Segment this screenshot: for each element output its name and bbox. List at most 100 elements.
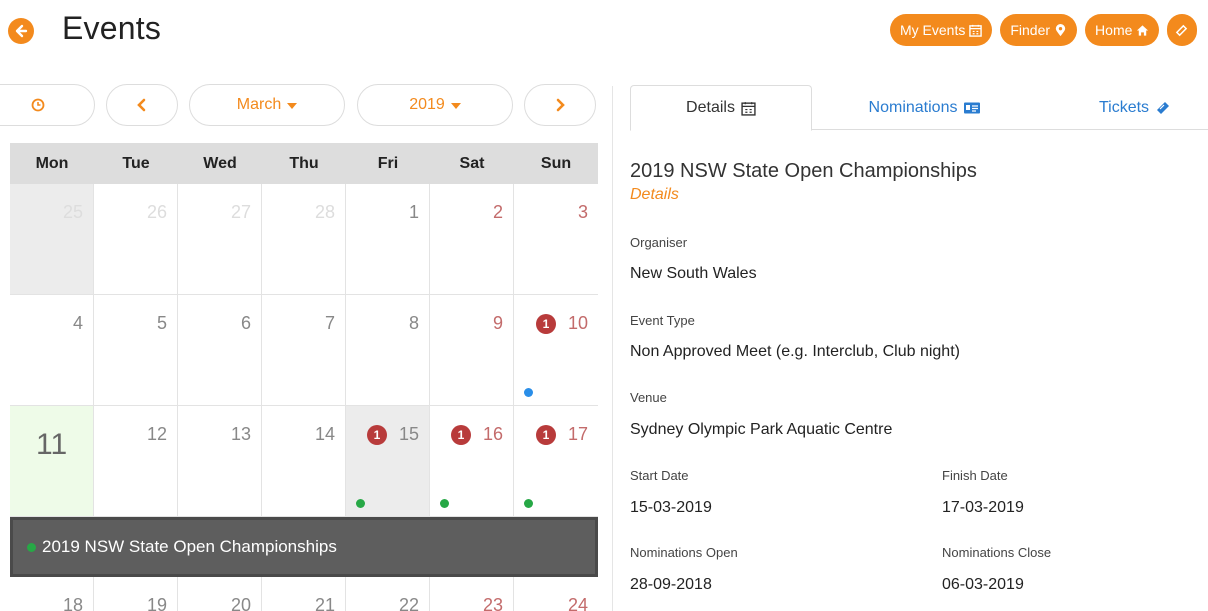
weekday-label: Wed — [203, 154, 237, 172]
organiser-value: New South Wales — [630, 265, 757, 282]
tab-tickets-label: Tickets — [1098, 98, 1150, 116]
calendar-day[interactable]: 20 — [178, 577, 262, 611]
tab-nominations[interactable]: Nominations — [830, 85, 1020, 130]
day-number: 28 — [314, 202, 335, 222]
calendar-day[interactable]: 19 — [94, 577, 178, 611]
calendar-day[interactable]: 8 — [346, 295, 430, 406]
tab-tickets[interactable]: Tickets — [1070, 85, 1200, 130]
day-number: 16 — [482, 424, 503, 444]
home-button[interactable]: Home — [1085, 14, 1160, 46]
calendar-week: 18 19 20 21 22 23 24 — [10, 577, 598, 611]
tab-details[interactable]: Details — [630, 85, 812, 131]
calendar-day[interactable]: 2 — [430, 184, 514, 295]
calendar-day[interactable]: 9 — [430, 295, 514, 406]
calendar-day[interactable]: 24 — [514, 577, 598, 611]
calendar-day[interactable]: 4 — [10, 295, 94, 406]
top-nav: My Events Finder Home — [890, 14, 1198, 46]
calendar-day[interactable]: 17 1 — [514, 406, 598, 517]
start-date-label: Start Date — [630, 468, 689, 483]
calendar-week: 25 26 27 28 1 2 3 — [10, 184, 598, 295]
event-subtitle: Details — [630, 186, 679, 203]
next-month-button[interactable] — [524, 84, 596, 126]
calendar-day[interactable]: 16 1 — [430, 406, 514, 517]
calendar-icon — [969, 24, 983, 37]
event-bar-title: 2019 NSW State Open Championships — [42, 537, 337, 556]
venue-value: Sydney Olympic Park Aquatic Centre — [630, 421, 893, 438]
day-number: 1 — [408, 202, 419, 222]
finish-date-label: Finish Date — [942, 468, 1008, 483]
organiser-label: Organiser — [630, 235, 688, 250]
calendar-day[interactable]: 28 — [262, 184, 346, 295]
id-card-icon — [964, 102, 981, 113]
day-number: 4 — [72, 313, 83, 333]
finder-button[interactable]: Finder — [1000, 14, 1078, 46]
calendar-day[interactable]: 1 — [346, 184, 430, 295]
day-number: 9 — [492, 313, 503, 333]
weekday-label: Mon — [35, 154, 69, 172]
calendar-day[interactable]: 11 — [10, 406, 94, 517]
calendar-day[interactable]: 22 — [346, 577, 430, 611]
today-button[interactable] — [0, 84, 95, 126]
calendar-day[interactable]: 3 — [514, 184, 598, 295]
calendar-day[interactable]: 21 — [262, 577, 346, 611]
tab-details-label: Details — [686, 99, 735, 116]
nominations-close-value: 06-03-2019 — [942, 576, 1024, 593]
clock-icon — [31, 98, 44, 112]
calendar-day[interactable]: 25 — [10, 184, 94, 295]
calendar-week: 11 12 13 14 15 1 16 1 17 1 — [10, 406, 598, 517]
detail-tabs: Details Nominations Tickets — [630, 85, 1208, 131]
calendar-day[interactable]: 10 1 — [514, 295, 598, 406]
calendar-day[interactable]: 27 — [178, 184, 262, 295]
day-number: 15 — [398, 424, 419, 444]
day-number: 11 — [36, 428, 68, 461]
ticket-icon — [1157, 101, 1170, 114]
day-number: 7 — [324, 313, 335, 333]
calendar-day[interactable]: 23 — [430, 577, 514, 611]
calendar-day[interactable]: 26 — [94, 184, 178, 295]
day-number: 23 — [482, 595, 503, 611]
weekday-label: Tue — [122, 154, 150, 172]
weekday-label: Sat — [459, 154, 485, 172]
calendar-day[interactable]: 13 — [178, 406, 262, 517]
back-button[interactable] — [8, 18, 34, 44]
caret-down-icon — [450, 103, 461, 109]
day-number: 26 — [146, 202, 167, 222]
day-number: 14 — [314, 424, 335, 444]
event-type-value: Non Approved Meet (e.g. Interclub, Club … — [630, 343, 960, 360]
event-dot-icon — [440, 499, 449, 508]
weekday-header: Mon Tue Wed Thu Fri Sat Sun — [10, 143, 598, 184]
calendar-day[interactable]: 14 — [262, 406, 346, 517]
calendar-day[interactable]: 5 — [94, 295, 178, 406]
my-events-label: My Events — [900, 22, 966, 38]
calendar-day[interactable]: 7 — [262, 295, 346, 406]
event-count-badge: 1 — [536, 314, 556, 334]
calendar-week: 4 5 6 7 8 9 10 1 — [10, 295, 598, 406]
calendar-day[interactable]: 12 — [94, 406, 178, 517]
year-dropdown[interactable]: 2019 — [357, 84, 513, 126]
day-number: 18 — [62, 595, 83, 611]
day-number: 22 — [398, 595, 419, 611]
event-bar[interactable]: 2019 NSW State Open Championships — [10, 517, 598, 577]
chevron-left-icon — [137, 98, 146, 112]
calendar-day[interactable]: 6 — [178, 295, 262, 406]
year-value: 2019 — [409, 96, 445, 113]
day-number: 2 — [492, 202, 503, 222]
prev-month-button[interactable] — [106, 84, 178, 126]
calendar-day[interactable]: 15 1 — [346, 406, 430, 517]
day-number: 21 — [314, 595, 335, 611]
calendar-grid: Mon Tue Wed Thu Fri Sat Sun 25 26 27 28 1 2 3 4… — [10, 143, 598, 611]
event-count-badge: 1 — [536, 425, 556, 445]
arrow-left-icon — [15, 24, 28, 38]
ticket-icon — [1176, 24, 1188, 36]
month-dropdown[interactable]: March — [189, 84, 345, 126]
event-type-label: Event Type — [630, 313, 695, 328]
tickets-nav-button[interactable] — [1167, 14, 1198, 46]
weekday-label: Fri — [377, 154, 399, 172]
month-value: March — [236, 96, 282, 113]
calendar-day[interactable]: 18 — [10, 577, 94, 611]
day-number: 5 — [156, 313, 167, 333]
weekday-label: Sun — [540, 154, 572, 172]
map-marker-icon — [1055, 23, 1066, 36]
calendar-weeks: 25 26 27 28 1 2 3 4 5 6 7 8 9 10 1 11 12 13 14 15 1 16 1 17 1 201… — [10, 184, 598, 611]
my-events-button[interactable]: My Events — [890, 14, 993, 46]
